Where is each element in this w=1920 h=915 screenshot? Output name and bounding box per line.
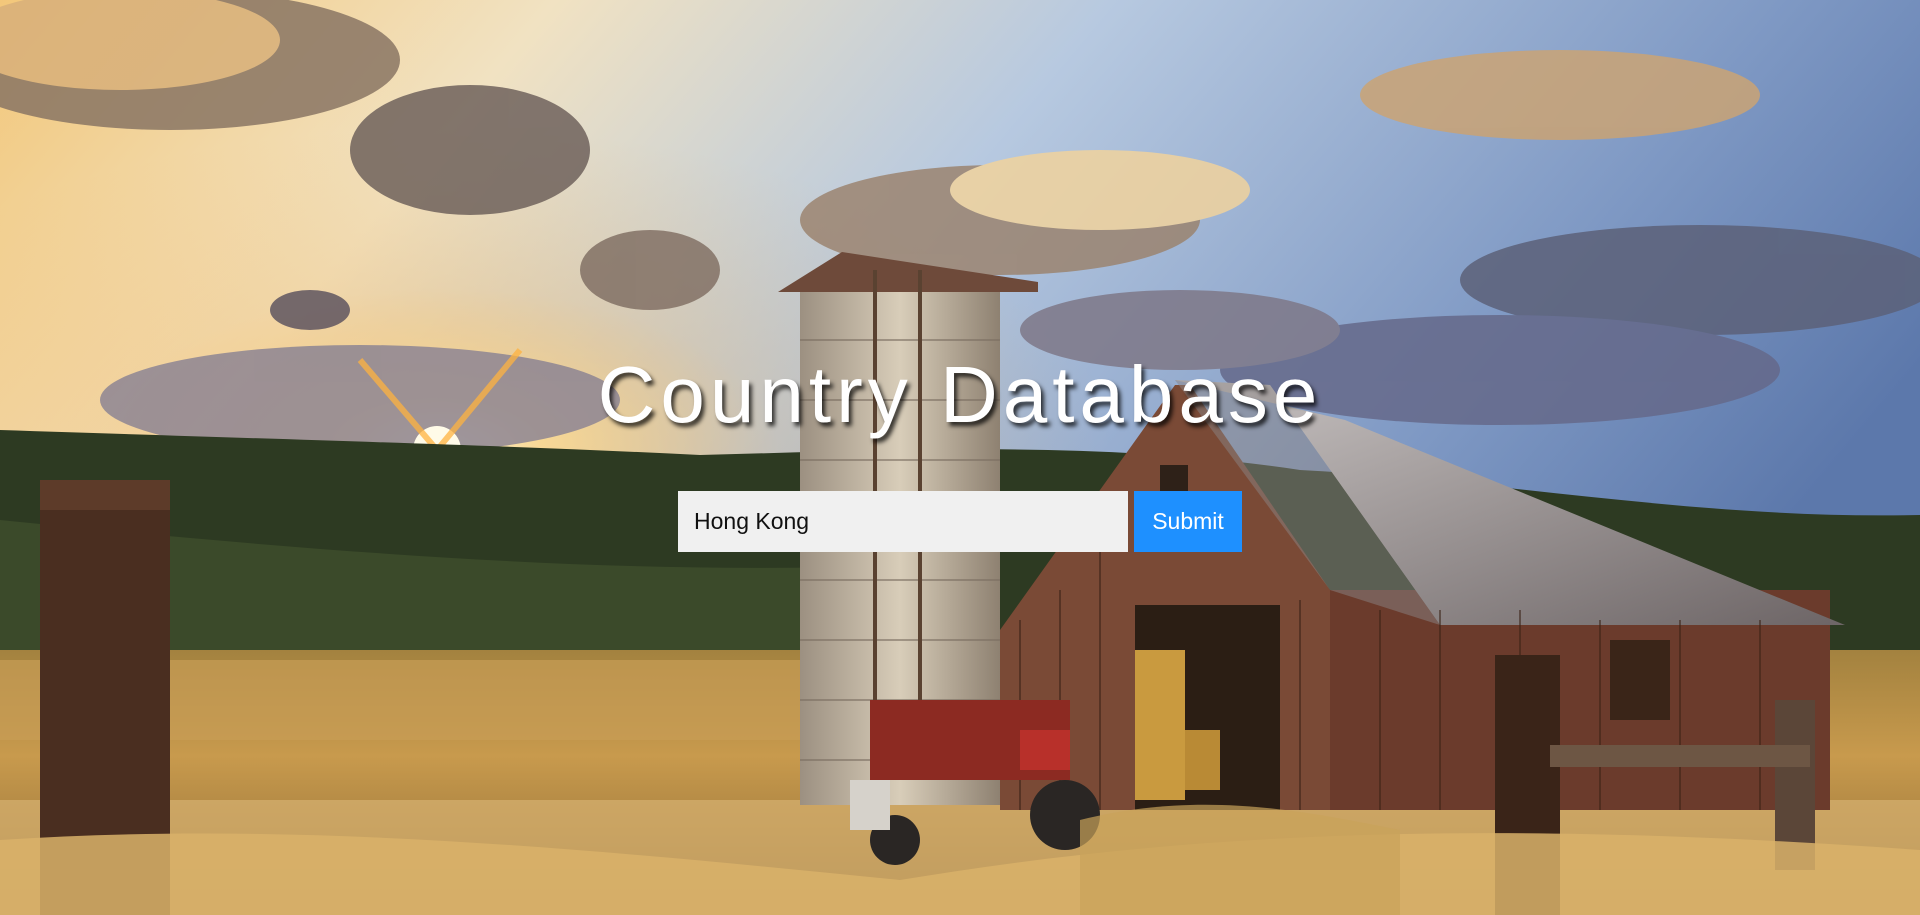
search-form: Submit	[678, 491, 1242, 552]
submit-button[interactable]: Submit	[1134, 491, 1242, 552]
country-search-input[interactable]	[678, 491, 1128, 552]
background-image	[0, 0, 1920, 915]
page: Country Database Submit	[0, 0, 1920, 915]
page-title: Country Database	[597, 350, 1323, 439]
